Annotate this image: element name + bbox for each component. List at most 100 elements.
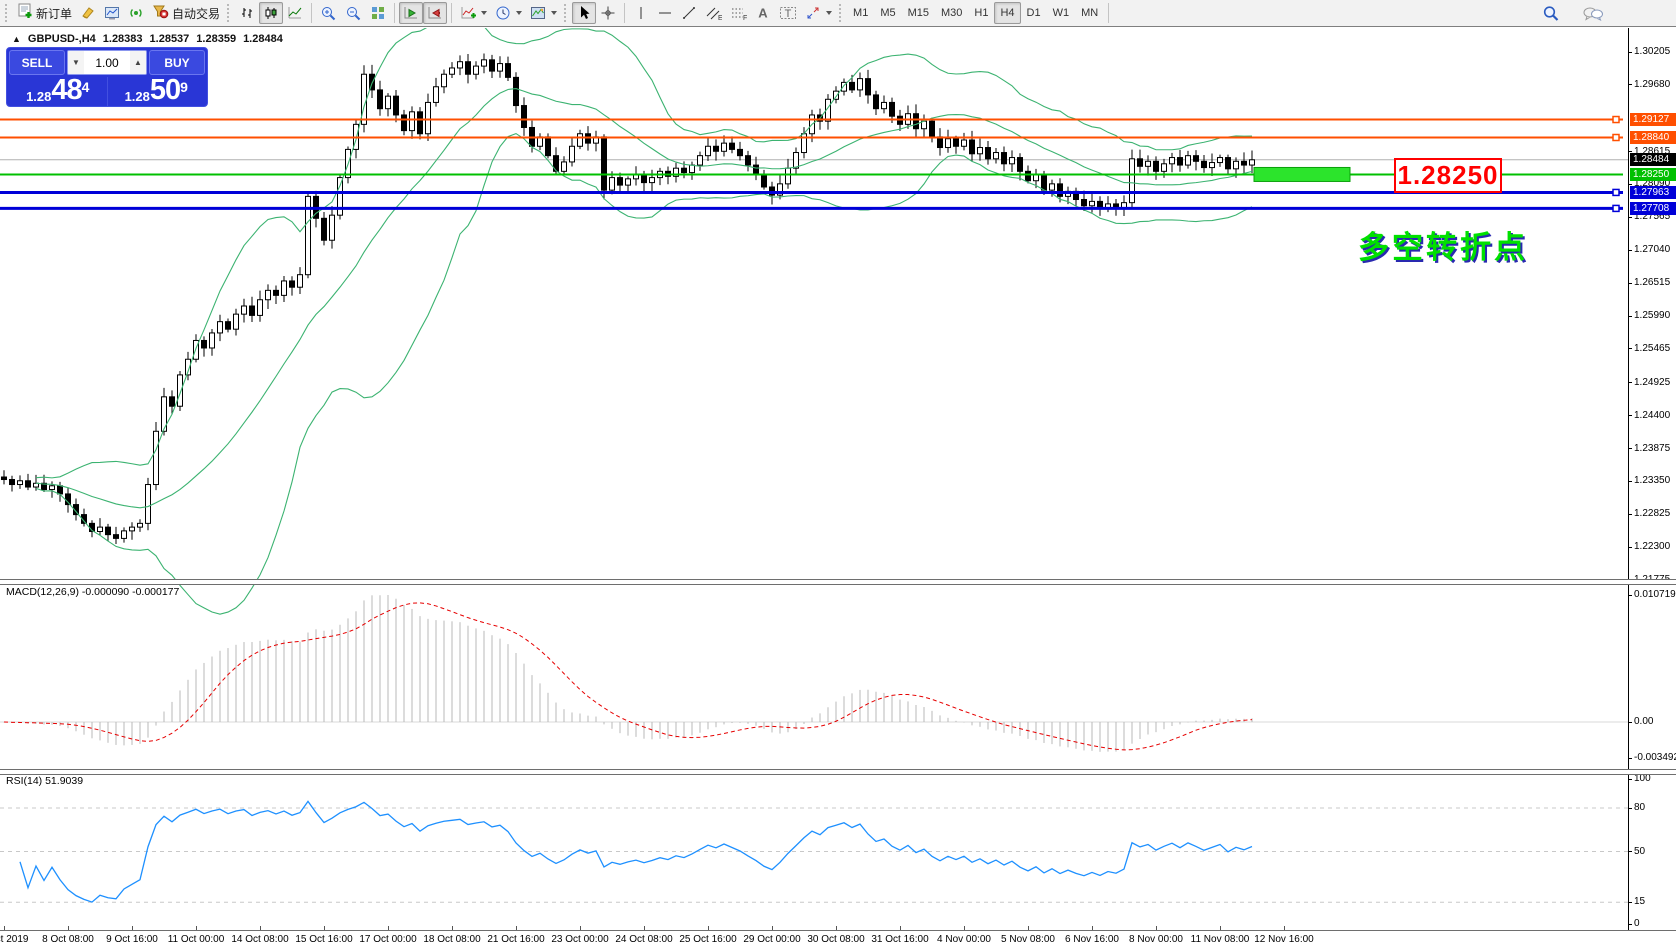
toolbar-separator [624,3,626,23]
pane-splitter[interactable] [0,579,1676,585]
trendline-button[interactable] [677,2,701,24]
crosshair-button[interactable] [596,2,620,24]
timeframe-h4-button[interactable]: H4 [994,2,1021,24]
clock-icon [496,6,510,20]
one-click-trading-panel: SELL ▼ ▲ BUY 1.28 48 4 1.28 50 9 [6,47,208,107]
indicators-icon [461,7,477,19]
buy-button[interactable]: BUY [149,50,205,75]
zoom-out-button[interactable] [341,2,366,24]
crayon-icon [82,7,94,19]
time-tick-mark [132,926,133,930]
line-chart-button[interactable] [283,2,307,24]
symbol-header: ▲ GBPUSD-,H4 1.28383 1.28537 1.28359 1.2… [12,33,283,45]
buy-price[interactable]: 1.28 50 9 [108,76,206,106]
terminal-button[interactable] [100,2,124,24]
volume-up-button[interactable]: ▲ [130,51,146,74]
price-line-badge[interactable]: 1.28250 [1630,167,1676,181]
price-tick-label: 1.25990 [1634,310,1671,322]
text-icon: A [758,6,768,21]
volume-down-button[interactable]: ▼ [68,51,84,74]
timeframe-w1-button[interactable]: W1 [1047,2,1076,24]
tile-windows-button[interactable] [366,2,390,24]
date-label: 17 Oct 00:00 [359,934,417,945]
candlestick-chart-button[interactable] [259,2,284,24]
time-tick-mark [1220,926,1221,930]
toolbar-grip[interactable] [227,4,232,22]
date-label: 25 Oct 16:00 [679,934,737,945]
autotrading-icon [152,3,169,24]
arrows-tool-button[interactable] [801,2,836,24]
community-chat-button[interactable] [1578,2,1608,24]
date-label: 8 Nov 00:00 [1129,934,1183,945]
date-label: 31 Oct 16:00 [871,934,929,945]
crosshair-icon [601,6,615,20]
cursor-button[interactable] [572,2,597,24]
ohlc-low: 1.28359 [196,33,237,45]
search-button[interactable] [1538,2,1564,24]
rsi-label: RSI(14) 51.9039 [6,775,84,787]
vertical-line-button[interactable] [629,2,653,24]
timeframe-m30-button[interactable]: M30 [935,2,968,24]
price-line-badge[interactable]: 1.28840 [1630,131,1676,144]
chart-shift-button[interactable] [423,2,448,24]
timeframe-mn-button[interactable]: MN [1075,2,1104,24]
toolbar-grip[interactable] [564,4,569,22]
price-line-badge[interactable]: 1.29127 [1630,113,1676,127]
sell-button[interactable]: SELL [9,50,65,75]
text-tool-button[interactable]: A [751,2,775,24]
autotrading-button[interactable]: 自动交易 [148,2,224,24]
date-label: 11 Oct 00:00 [167,934,225,945]
mt4-window: 新订单 自动交易 E F A T M1 M5 M15 M30 H1 H4 D1 … [0,0,1676,950]
symbol-title: GBPUSD-,H4 [27,33,96,45]
date-label: 29 Oct 00:00 [743,934,801,945]
price-axis-line [1628,28,1629,930]
time-tick-mark [1156,926,1157,930]
date-label: 21 Oct 16:00 [487,934,545,945]
trendline-icon [683,7,696,19]
collapse-icon[interactable]: ▲ [12,34,21,44]
zoom-in-button[interactable] [316,2,341,24]
pane-splitter[interactable] [0,769,1676,775]
signal-button[interactable] [124,2,148,24]
toolbar-grip[interactable] [839,4,844,22]
timeframe-d1-button[interactable]: D1 [1021,2,1047,24]
price-line-badge[interactable]: 1.27963 [1630,185,1676,199]
date-label: 15 Oct 16:00 [295,934,353,945]
timeframe-m5-button[interactable]: M5 [874,2,901,24]
toolbar-separator [311,3,313,23]
chart-area[interactable]: ▲ GBPUSD-,H4 1.28383 1.28537 1.28359 1.2… [0,28,1676,950]
price-tick-label: 1.22300 [1634,541,1671,553]
time-tick-mark [4,926,5,930]
sell-price[interactable]: 1.28 48 4 [9,76,108,106]
bar-chart-button[interactable] [235,2,259,24]
new-order-icon [17,3,33,24]
timeframe-h1-button[interactable]: H1 [968,2,994,24]
toolbar: 新订单 自动交易 E F A T M1 M5 M15 M30 H1 H4 D1 … [0,0,1676,27]
date-label: 6 Nov 16:00 [1065,934,1119,945]
indicators-button[interactable] [456,2,491,24]
channel-button[interactable]: E [701,2,726,24]
templates-button[interactable] [526,2,561,24]
auto-scroll-button[interactable] [399,2,424,24]
timeframe-m15-button[interactable]: M15 [902,2,935,24]
svg-text:T: T [785,8,792,20]
text-label-button[interactable]: T [775,2,801,24]
fibonacci-button[interactable]: F [726,2,751,24]
periods-button[interactable] [491,2,526,24]
tile-windows-icon [372,7,385,19]
toolbar-grip[interactable] [5,4,10,22]
price-callout-box[interactable]: 1.28250 [1394,158,1502,193]
time-tick-mark [836,926,837,930]
horizontal-line-button[interactable] [653,2,677,24]
svg-text:A: A [758,6,768,21]
date-label: 7 Oct 2019 [0,934,29,945]
timeframe-m1-button[interactable]: M1 [847,2,874,24]
dropdown-caret [826,11,833,15]
crayon-button[interactable] [76,2,100,24]
volume-control: ▼ ▲ [67,50,147,75]
volume-input[interactable] [84,51,130,74]
template-icon [531,7,546,19]
annotation-text[interactable]: 多空转折点 [1358,222,1528,267]
new-order-button[interactable]: 新订单 [13,2,76,24]
price-line-badge[interactable]: 1.27708 [1630,201,1676,215]
